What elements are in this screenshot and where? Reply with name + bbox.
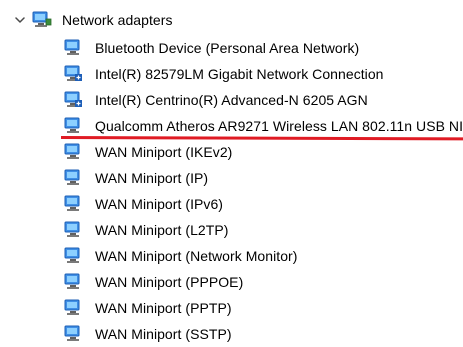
network-adapter-icon — [63, 299, 85, 317]
network-adapter-icon — [63, 247, 85, 265]
device-item[interactable]: Qualcomm Atheros AR9271 Wireless LAN 802… — [63, 113, 463, 139]
network-adapter-icon — [63, 169, 85, 187]
device-item[interactable]: WAN Miniport (PPPOE) — [63, 269, 243, 295]
chevron-down-icon[interactable] — [14, 14, 26, 26]
device-item[interactable]: WAN Miniport (IP) — [63, 165, 208, 191]
device-label: WAN Miniport (L2TP) — [95, 222, 229, 238]
network-adapter-icon — [63, 117, 85, 135]
device-label: WAN Miniport (Network Monitor) — [95, 248, 298, 264]
device-label: Bluetooth Device (Personal Area Network) — [95, 40, 360, 56]
network-adapter-icon — [63, 221, 85, 239]
device-label: WAN Miniport (PPTP) — [95, 300, 232, 316]
device-label: Intel(R) Centrino(R) Advanced-N 6205 AGN — [95, 92, 368, 108]
network-adapter-icon — [63, 39, 85, 57]
network-adapter-icon — [63, 273, 85, 291]
network-adapter-warning-icon — [63, 91, 85, 109]
device-label: WAN Miniport (SSTP) — [95, 326, 232, 342]
network-adapters-category[interactable]: Network adapters — [14, 7, 173, 33]
device-manager-tree: Network adapters Bluetooth Device (Perso… — [0, 0, 463, 347]
device-label: WAN Miniport (PPPOE) — [95, 274, 244, 290]
device-label: Intel(R) 82579LM Gigabit Network Connect… — [95, 66, 384, 82]
device-item[interactable]: WAN Miniport (IPv6) — [63, 191, 223, 217]
network-adapter-icon — [63, 195, 85, 213]
network-adapter-icon — [63, 143, 85, 161]
device-item[interactable]: Bluetooth Device (Personal Area Network) — [63, 35, 359, 61]
device-item[interactable]: WAN Miniport (IKEv2) — [63, 139, 232, 165]
device-label: WAN Miniport (IKEv2) — [95, 144, 233, 160]
device-item[interactable]: WAN Miniport (L2TP) — [63, 217, 228, 243]
device-item[interactable]: WAN Miniport (PPTP) — [63, 295, 232, 321]
device-item[interactable]: WAN Miniport (SSTP) — [63, 321, 232, 347]
device-item[interactable]: WAN Miniport (Network Monitor) — [63, 243, 297, 269]
category-label: Network adapters — [62, 12, 173, 28]
network-adapter-warning-icon — [63, 65, 85, 83]
network-adapter-icon — [31, 11, 53, 29]
device-label: Qualcomm Atheros AR9271 Wireless LAN 802… — [95, 118, 463, 134]
device-label: WAN Miniport (IPv6) — [95, 196, 224, 212]
network-adapter-icon — [63, 325, 85, 343]
device-item[interactable]: Intel(R) Centrino(R) Advanced-N 6205 AGN — [63, 87, 368, 113]
device-item[interactable]: Intel(R) 82579LM Gigabit Network Connect… — [63, 61, 384, 87]
device-label: WAN Miniport (IP) — [95, 170, 209, 186]
